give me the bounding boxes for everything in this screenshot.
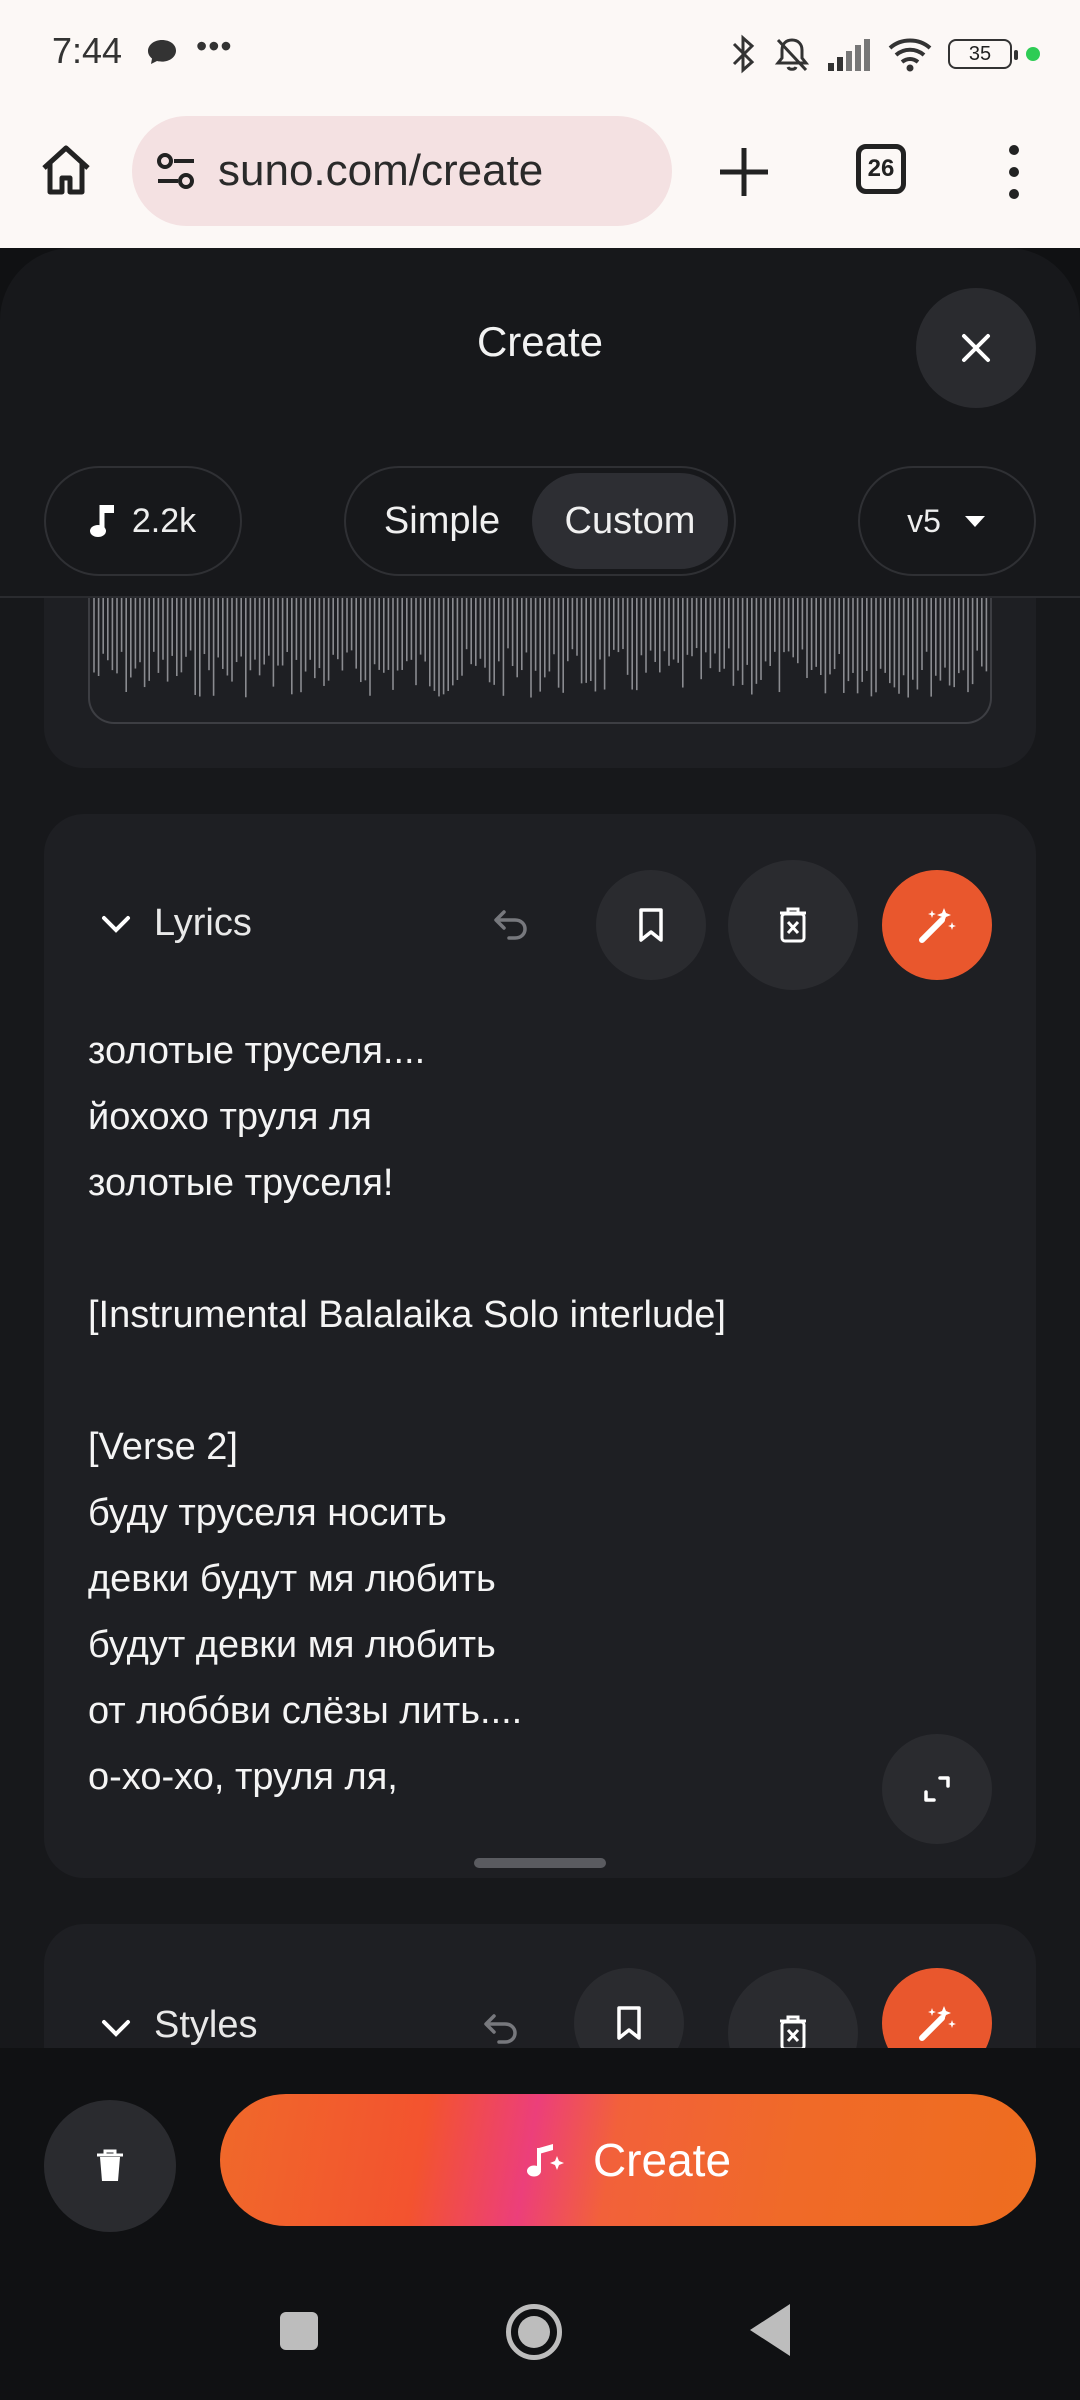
styles-bookmark-button[interactable] [574,1968,684,2048]
generate-styles-button[interactable] [882,1968,992,2048]
lyrics-card: Lyrics золотые труселя.... йохохо труля … [44,814,1036,1878]
status-time: 7:44 [52,30,123,71]
lyrics-textarea[interactable]: золотые труселя.... йохохо труля ля золо… [88,1018,988,1810]
music-sparkle-icon [526,2144,564,2177]
status-bar: 7:44 ••• 35 [0,0,1080,110]
audio-card [44,598,1036,768]
clear-styles-button[interactable] [728,1968,858,2048]
tab-count: 26 [867,155,895,182]
trash-icon [97,2149,123,2181]
styles-label[interactable]: Styles [154,2004,257,2047]
browser-menu-icon[interactable] [1000,144,1028,200]
lyrics-label[interactable]: Lyrics [154,902,252,945]
chevron-down-icon[interactable] [98,2010,134,2046]
create-form-scroll[interactable]: Lyrics золотые труселя.... йохохо труля … [0,598,1080,2048]
recents-icon[interactable] [280,2312,318,2350]
close-button[interactable] [916,288,1036,408]
magic-wand-icon [919,2006,956,2041]
system-nav-bar [0,2248,1080,2400]
chevron-down-icon[interactable] [98,906,134,942]
create-button[interactable]: Create [220,2094,1036,2226]
close-icon [962,334,990,362]
clear-lyrics-button[interactable] [728,860,858,990]
model-version-select[interactable]: v5 [858,466,1036,576]
battery-level: 35 [968,42,992,65]
new-tab-icon[interactable] [714,142,774,202]
undo-icon[interactable] [490,902,534,946]
caret-down-icon [964,516,985,527]
bottom-action-bar: Create [0,2048,1080,2248]
address-bar[interactable]: suno.com/create [132,116,672,226]
generate-lyrics-button[interactable] [882,870,992,980]
waveform-graphic [93,598,988,698]
home-nav-icon[interactable] [506,2304,562,2360]
audio-waveform[interactable] [88,598,992,724]
tab-switcher-button[interactable]: 26 [856,144,906,194]
url-text[interactable]: suno.com/create [218,146,543,196]
bluetooth-icon [732,34,755,74]
expand-button[interactable] [882,1734,992,1844]
browser-toolbar: suno.com/create 26 [0,110,1080,248]
create-button-label: Create [592,2134,732,2186]
create-sheet: Create 2.2k Simple Custom v5 Lyrics золо… [0,248,1080,2048]
more-dots-icon: ••• [196,28,233,64]
expand-icon [924,1776,950,1802]
bookmark-icon [617,2006,641,2040]
music-note-icon [89,505,114,537]
site-settings-icon[interactable] [154,149,198,193]
magic-wand-icon [919,908,956,943]
credits-count: 2.2k [131,501,197,540]
signal-icon [828,39,870,71]
status-icons: 35 [728,30,1040,78]
lyrics-header: Lyrics [44,814,1036,1034]
resize-handle[interactable] [474,1858,606,1868]
bookmark-icon [639,908,663,942]
styles-card: Styles [44,1924,1036,2048]
bookmark-button[interactable] [596,870,706,980]
home-icon[interactable] [36,140,96,200]
model-version-value: v5 [907,502,941,539]
credits-button[interactable]: 2.2k [44,466,242,576]
mode-simple-button[interactable]: Simple [352,473,532,569]
delete-button[interactable] [44,2100,176,2232]
wifi-icon [888,38,932,72]
chat-icon [148,40,176,64]
battery-icon: 35 [948,39,1018,69]
clear-trash-icon [780,907,806,943]
mode-toggle: Simple Custom [344,466,736,576]
privacy-indicator [1026,47,1040,61]
mute-icon [774,38,810,72]
clear-trash-icon [780,2015,806,2048]
back-icon[interactable] [750,2304,790,2356]
undo-icon[interactable] [480,2006,524,2048]
mode-custom-button[interactable]: Custom [532,473,728,569]
